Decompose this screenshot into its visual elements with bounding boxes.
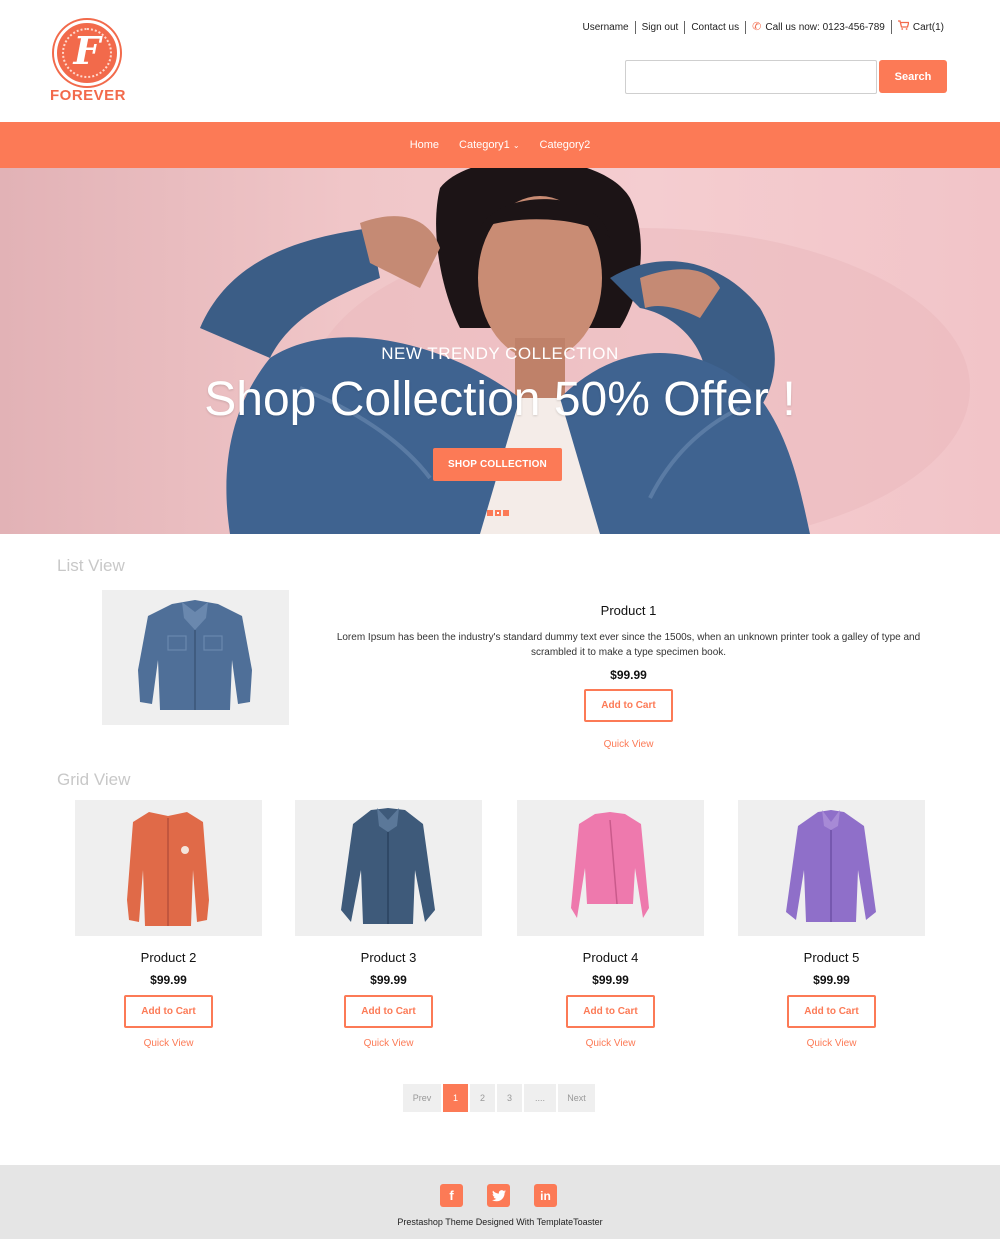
call-info: ✆ Call us now: 0123-456-789: [745, 20, 891, 34]
pagination: Prev 1 2 3 .... Next: [403, 1084, 595, 1112]
social-links: f in: [440, 1184, 557, 1207]
product-name[interactable]: Product 1: [330, 603, 927, 618]
footer: f in Prestashop Theme Designed With Temp…: [0, 1165, 1000, 1239]
search-button[interactable]: Search: [879, 60, 947, 93]
logo-emblem: F: [54, 20, 120, 86]
pagination-page-2[interactable]: 2: [470, 1084, 495, 1112]
quick-view-link[interactable]: Quick View: [517, 1038, 704, 1049]
add-to-cart-button[interactable]: Add to Cart: [124, 995, 213, 1028]
site-logo[interactable]: F FOREVER: [48, 20, 128, 106]
product-price: $99.99: [370, 973, 407, 987]
quick-view-link[interactable]: Quick View: [295, 1038, 482, 1049]
slider-dot[interactable]: [503, 510, 509, 516]
header: F FOREVER Username Sign out Contact us ✆…: [0, 0, 1000, 122]
facebook-icon[interactable]: f: [440, 1184, 463, 1207]
shop-collection-button[interactable]: SHOP COLLECTION: [433, 448, 562, 481]
pagination-page-1[interactable]: 1: [443, 1084, 468, 1112]
contact-link[interactable]: Contact us: [684, 20, 745, 34]
slider-dot-active[interactable]: [495, 510, 501, 516]
product-image[interactable]: [295, 800, 482, 936]
nav-category2[interactable]: Category2: [540, 139, 591, 151]
hero-subtitle: NEW TRENDY COLLECTION: [381, 344, 619, 363]
product-image[interactable]: [102, 590, 289, 725]
linkedin-icon[interactable]: in: [534, 1184, 557, 1207]
pagination-prev[interactable]: Prev: [403, 1084, 441, 1112]
add-to-cart-button[interactable]: Add to Cart: [787, 995, 876, 1028]
product-image[interactable]: [738, 800, 925, 936]
product-name[interactable]: Product 2: [75, 950, 262, 965]
pagination-ellipsis: ....: [524, 1084, 556, 1112]
add-to-cart-button[interactable]: Add to Cart: [566, 995, 655, 1028]
add-to-cart-button[interactable]: Add to Cart: [584, 689, 673, 722]
logo-text: FOREVER: [49, 87, 126, 104]
product-description: Lorem Ipsum has been the industry's stan…: [336, 632, 921, 658]
pink-jacket-image: [571, 812, 649, 918]
pagination-next[interactable]: Next: [558, 1084, 595, 1112]
logo-letter: F: [73, 28, 101, 73]
nav-category1[interactable]: Category1 ⌄: [459, 139, 519, 151]
main-nav: Home Category1 ⌄ Category2: [0, 122, 1000, 168]
quick-view-link[interactable]: Quick View: [604, 739, 654, 750]
product-name[interactable]: Product 3: [295, 950, 482, 965]
product-price: $99.99: [592, 973, 629, 987]
hero-slider: NEW TRENDY COLLECTION Shop Collection 50…: [0, 168, 1000, 534]
phone-icon: ✆: [752, 20, 762, 33]
list-product-info: Product 1 Lorem Ipsum has been the indus…: [330, 603, 927, 752]
product-price: $99.99: [813, 973, 850, 987]
slider-dot[interactable]: [487, 510, 493, 516]
quick-view-link[interactable]: Quick View: [738, 1038, 925, 1049]
chevron-down-icon: ⌄: [512, 140, 520, 150]
hero-title: Shop Collection 50% Offer !: [204, 373, 796, 426]
product-image[interactable]: [75, 800, 262, 936]
product-card: Product 5 $99.99 Add to Cart Quick View: [738, 800, 925, 1049]
twitter-icon[interactable]: [487, 1184, 510, 1207]
product-card: Product 2 $99.99 Add to Cart Quick View: [75, 800, 262, 1049]
cart-link[interactable]: Cart(1): [890, 20, 950, 34]
signout-link[interactable]: Sign out: [634, 20, 685, 34]
nav-home[interactable]: Home: [410, 139, 439, 151]
product-card: Product 4 $99.99 Add to Cart Quick View: [517, 800, 704, 1049]
search-input[interactable]: [625, 60, 877, 94]
username-link[interactable]: Username: [576, 21, 634, 34]
denim-jacket-image: [138, 600, 252, 710]
cart-icon: [897, 20, 910, 34]
list-view-heading: List View: [57, 556, 125, 575]
grid-view-heading: Grid View: [57, 770, 131, 789]
top-links: Username Sign out Contact us ✆ Call us n…: [576, 20, 950, 34]
orange-bomber-image: [127, 812, 209, 926]
product-price: $99.99: [150, 973, 187, 987]
slider-dots: [487, 510, 509, 516]
denim-jacket-image: [341, 808, 435, 924]
product-price: $99.99: [610, 668, 647, 682]
product-image[interactable]: [517, 800, 704, 936]
add-to-cart-button[interactable]: Add to Cart: [344, 995, 433, 1028]
pagination-page-3[interactable]: 3: [497, 1084, 522, 1112]
product-card: Product 3 $99.99 Add to Cart Quick View: [295, 800, 482, 1049]
product-name[interactable]: Product 4: [517, 950, 704, 965]
quick-view-link[interactable]: Quick View: [75, 1038, 262, 1049]
product-name[interactable]: Product 5: [738, 950, 925, 965]
footer-credit: Prestashop Theme Designed With TemplateT…: [397, 1217, 603, 1227]
purple-jacket-image: [786, 810, 876, 922]
